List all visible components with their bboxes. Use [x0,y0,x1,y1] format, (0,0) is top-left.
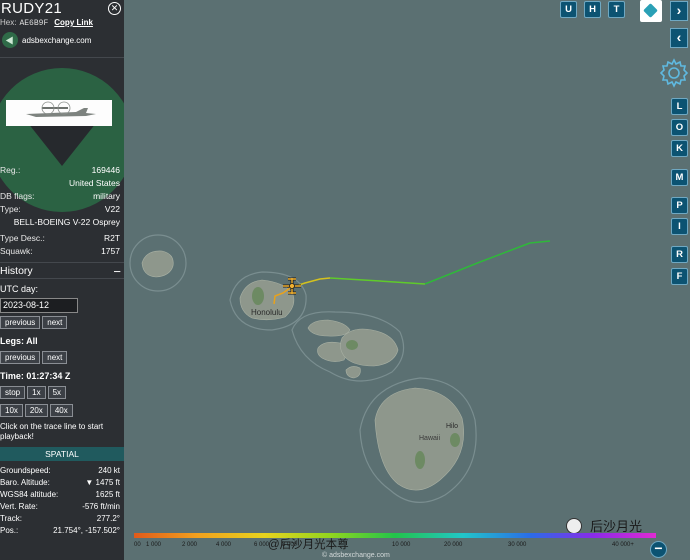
next-leg-button[interactable]: next [42,351,68,364]
collapse-icon[interactable]: − [113,263,121,280]
aircraft-photo-area [0,58,124,212]
hex-code: AE6B9F [19,19,49,28]
next-day-button[interactable]: next [42,316,68,329]
previous-day-button[interactable]: previous [0,316,41,329]
city-label-hilo: Hilo [446,423,458,430]
callsign: RUDY21 [1,0,62,17]
playback-hint: Click on the trace line to start playbac… [0,422,104,441]
alt-tick-6: 10 000 [392,542,411,548]
toggle-i-button[interactable]: I [671,218,688,235]
speed-40x-button[interactable]: 40x [49,404,73,417]
chevron-left-icon[interactable]: ‹ [670,28,688,48]
position-label: Pos.: [0,526,19,535]
spatial-section-header[interactable]: SPATIAL [0,447,124,461]
squawk-label: Squawk: [0,246,33,256]
reg-value: 169446 [91,165,120,175]
toggle-m-button[interactable]: M [671,169,688,186]
previous-leg-button[interactable]: previous [0,351,41,364]
copy-link-button[interactable]: Copy Link [54,18,93,27]
type-value: V22 [104,204,120,214]
playback-row-1: stop 1x 5x [0,386,124,401]
aircraft-photo[interactable] [6,100,112,126]
hex-label: Hex: [0,18,17,27]
legs-label: Legs: All [0,336,38,346]
adsbexchange-logo-icon [2,32,18,48]
wgs84-altitude-label: WGS84 altitude: [0,490,59,499]
wgs84-altitude-value: 1625 ft [95,490,120,499]
toggle-u-button[interactable]: U [560,1,577,18]
alt-tick-7: 20 000 [444,542,463,548]
toggle-r-button[interactable]: R [671,246,688,263]
aircraft-details: Reg.: 169446 United States DB flags: milit… [0,164,124,258]
time-label: Time: 01:27:34 Z [0,371,71,381]
type-desc-label: Type Desc.: [0,233,45,243]
stop-button[interactable]: stop [0,386,26,399]
type-label: Type: [0,204,21,214]
squawk-value: 1757 [101,246,120,256]
toggle-o-button[interactable]: O [671,119,688,136]
city-label-honolulu: Honolulu [251,308,283,317]
history-section-header[interactable]: History − [0,262,124,279]
layers-icon[interactable] [640,0,662,22]
legs-nav-row: previous next [0,351,124,366]
island-label-hawaii: Hawaii [419,435,440,442]
type-desc-value: R2T [103,233,120,243]
speed-1x-button[interactable]: 1x [27,386,46,399]
toggle-k-button[interactable]: K [671,140,688,157]
baro-altitude-value: ▼ 1475 ft [85,478,120,487]
groundspeed-label: Groundspeed: [0,466,51,475]
alt-tick-0: 00 [134,542,141,548]
hex-row: Hex: AE6B9F Copy Link [0,18,93,28]
chevron-right-icon[interactable]: › [670,1,688,21]
history-title: History [0,265,33,277]
alt-tick-9: 40 000+ [612,542,634,548]
speed-10x-button[interactable]: 10x [0,404,23,417]
gear-icon[interactable] [659,58,689,88]
vert-rate-label: Vert. Rate: [0,502,38,511]
country-value: United States [68,178,120,188]
zoom-out-button[interactable]: − [650,541,667,558]
playback-row-2: 10x 20x 40x [0,404,124,419]
track-value: 277.2° [96,514,120,523]
utc-day-label: UTC day: [0,284,39,294]
close-icon[interactable]: ✕ [108,2,121,15]
alt-tick-8: 30 000 [508,542,527,548]
map-credit: © adsbexchange.com [322,552,390,559]
panel-header: RUDY21 ✕ Hex: AE6B9F Copy Link adsbexchang… [0,0,124,58]
toggle-f-button[interactable]: F [671,268,688,285]
source-row[interactable]: adsbexchange.com [2,32,91,48]
speed-5x-button[interactable]: 5x [47,386,67,399]
source-link[interactable]: adsbexchange.com [22,36,91,45]
type-name-value: BELL-BOEING V-22 Osprey [13,217,120,227]
groundspeed-value: 240 kt [98,466,120,475]
weibo-watermark: @后沙月光本尊 [268,539,349,551]
position-value: 21.754°, -157.502° [53,526,120,535]
track-label: Track: [0,514,22,523]
db-flags-value: military [93,191,120,201]
alt-tick-3: 4 000 [216,542,232,548]
alt-tick-1: 1 000 [146,542,162,548]
baro-altitude-label: Baro. Altitude: [0,478,50,487]
date-input[interactable]: 2023-08-12 [0,298,78,313]
toggle-h-button[interactable]: H [584,1,601,18]
toggle-l-button[interactable]: L [671,98,688,115]
vert-rate-value: -576 ft/min [82,502,120,511]
altitude-color-scale [134,533,656,538]
alt-tick-2: 2 000 [182,542,198,548]
db-flags-label: DB flags: [0,191,35,201]
toggle-p-button[interactable]: P [671,197,688,214]
wechat-icon [566,517,582,534]
aircraft-info-panel: RUDY21 ✕ Hex: AE6B9F Copy Link adsbexchang… [0,0,124,560]
alt-tick-4: 6 000 [254,542,270,548]
toggle-t-button[interactable]: T [608,1,625,18]
speed-20x-button[interactable]: 20x [24,404,48,417]
day-nav-row: previous next [0,316,124,331]
reg-label: Reg.: [0,165,21,175]
